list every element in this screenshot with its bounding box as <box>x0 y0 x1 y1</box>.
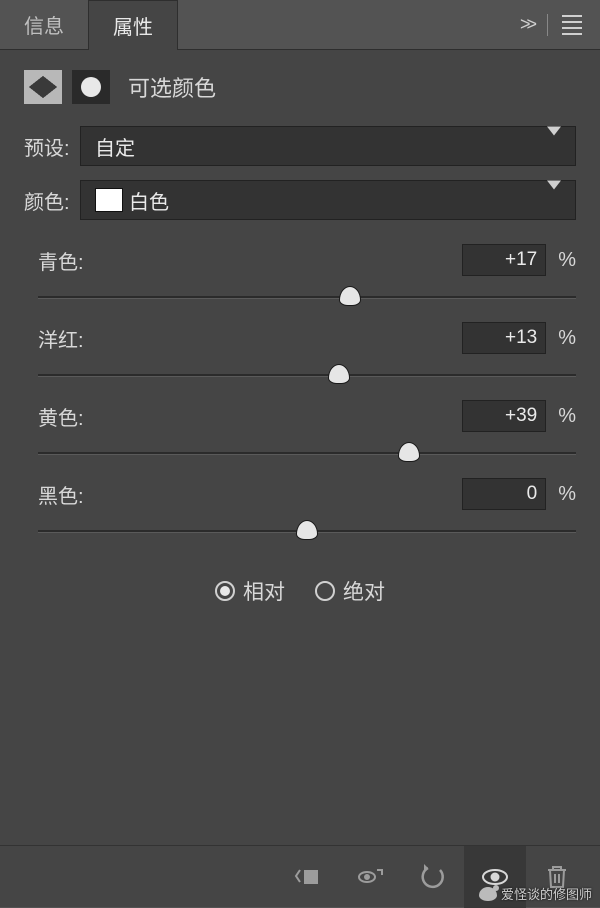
slider-track[interactable] <box>38 438 576 468</box>
color-row: 颜色: 白色 <box>24 180 576 220</box>
radio-icon <box>315 581 335 601</box>
preset-row: 预设: 自定 <box>24 126 576 166</box>
slider-yellow: 黄色: +39 % <box>38 400 576 468</box>
tabbar-right: >> <box>520 0 600 49</box>
slider-label: 洋红: <box>38 324 84 353</box>
adjustment-icon[interactable] <box>24 70 62 104</box>
separator <box>547 14 548 36</box>
slider-track[interactable] <box>38 360 576 390</box>
slider-track[interactable] <box>38 516 576 546</box>
slider-thumb[interactable] <box>296 520 318 540</box>
percent-sign: % <box>558 249 576 272</box>
tab-info[interactable]: 信息 <box>0 0 88 49</box>
preset-value: 自定 <box>95 132 135 161</box>
slider-track[interactable] <box>38 282 576 312</box>
slider-label: 黄色: <box>38 402 84 431</box>
slider-cyan: 青色: +17 % <box>38 244 576 312</box>
properties-panel: 可选颜色 预设: 自定 颜色: 白色 青色: +17 % <box>0 50 600 907</box>
mode-row: 相对 绝对 <box>0 556 600 616</box>
slider-thumb[interactable] <box>398 442 420 462</box>
reset-icon[interactable] <box>402 846 464 908</box>
color-value: 白色 <box>129 186 169 215</box>
tab-bar: 信息 属性 >> <box>0 0 600 50</box>
view-previous-icon[interactable] <box>340 846 402 908</box>
color-select[interactable]: 白色 <box>80 180 576 220</box>
color-label: 颜色: <box>24 186 80 215</box>
chevron-down-icon <box>547 190 561 211</box>
chevron-down-icon <box>547 136 561 157</box>
form-area: 预设: 自定 颜色: 白色 <box>0 126 600 234</box>
slider-thumb[interactable] <box>328 364 350 384</box>
panel-menu-icon[interactable] <box>562 15 582 35</box>
radio-icon <box>215 581 235 601</box>
slider-black: 黑色: 0 % <box>38 478 576 546</box>
radio-label: 绝对 <box>343 576 385 606</box>
tab-properties[interactable]: 属性 <box>88 0 178 50</box>
panel-title: 可选颜色 <box>128 71 216 103</box>
panel-header: 可选颜色 <box>0 50 600 126</box>
collapse-icon[interactable]: >> <box>520 14 533 35</box>
slider-label: 黑色: <box>38 480 84 509</box>
clip-to-layer-icon[interactable] <box>278 846 340 908</box>
percent-sign: % <box>558 483 576 506</box>
watermark: 爱怪谈的修图师 <box>479 884 592 903</box>
slider-value-input[interactable]: +17 <box>462 244 546 276</box>
slider-value-input[interactable]: +13 <box>462 322 546 354</box>
radio-absolute[interactable]: 绝对 <box>315 576 385 606</box>
percent-sign: % <box>558 327 576 350</box>
mask-icon[interactable] <box>72 70 110 104</box>
slider-block: 青色: +17 % 洋红: +13 % <box>0 234 600 556</box>
radio-label: 相对 <box>243 576 285 606</box>
color-swatch <box>95 188 123 212</box>
slider-value-input[interactable]: 0 <box>462 478 546 510</box>
watermark-text: 爱怪谈的修图师 <box>501 884 592 903</box>
percent-sign: % <box>558 405 576 428</box>
slider-value-input[interactable]: +39 <box>462 400 546 432</box>
slider-magenta: 洋红: +13 % <box>38 322 576 390</box>
preset-select[interactable]: 自定 <box>80 126 576 166</box>
weibo-icon <box>479 887 497 901</box>
preset-label: 预设: <box>24 132 80 161</box>
radio-relative[interactable]: 相对 <box>215 576 285 606</box>
slider-label: 青色: <box>38 246 84 275</box>
slider-thumb[interactable] <box>339 286 361 306</box>
